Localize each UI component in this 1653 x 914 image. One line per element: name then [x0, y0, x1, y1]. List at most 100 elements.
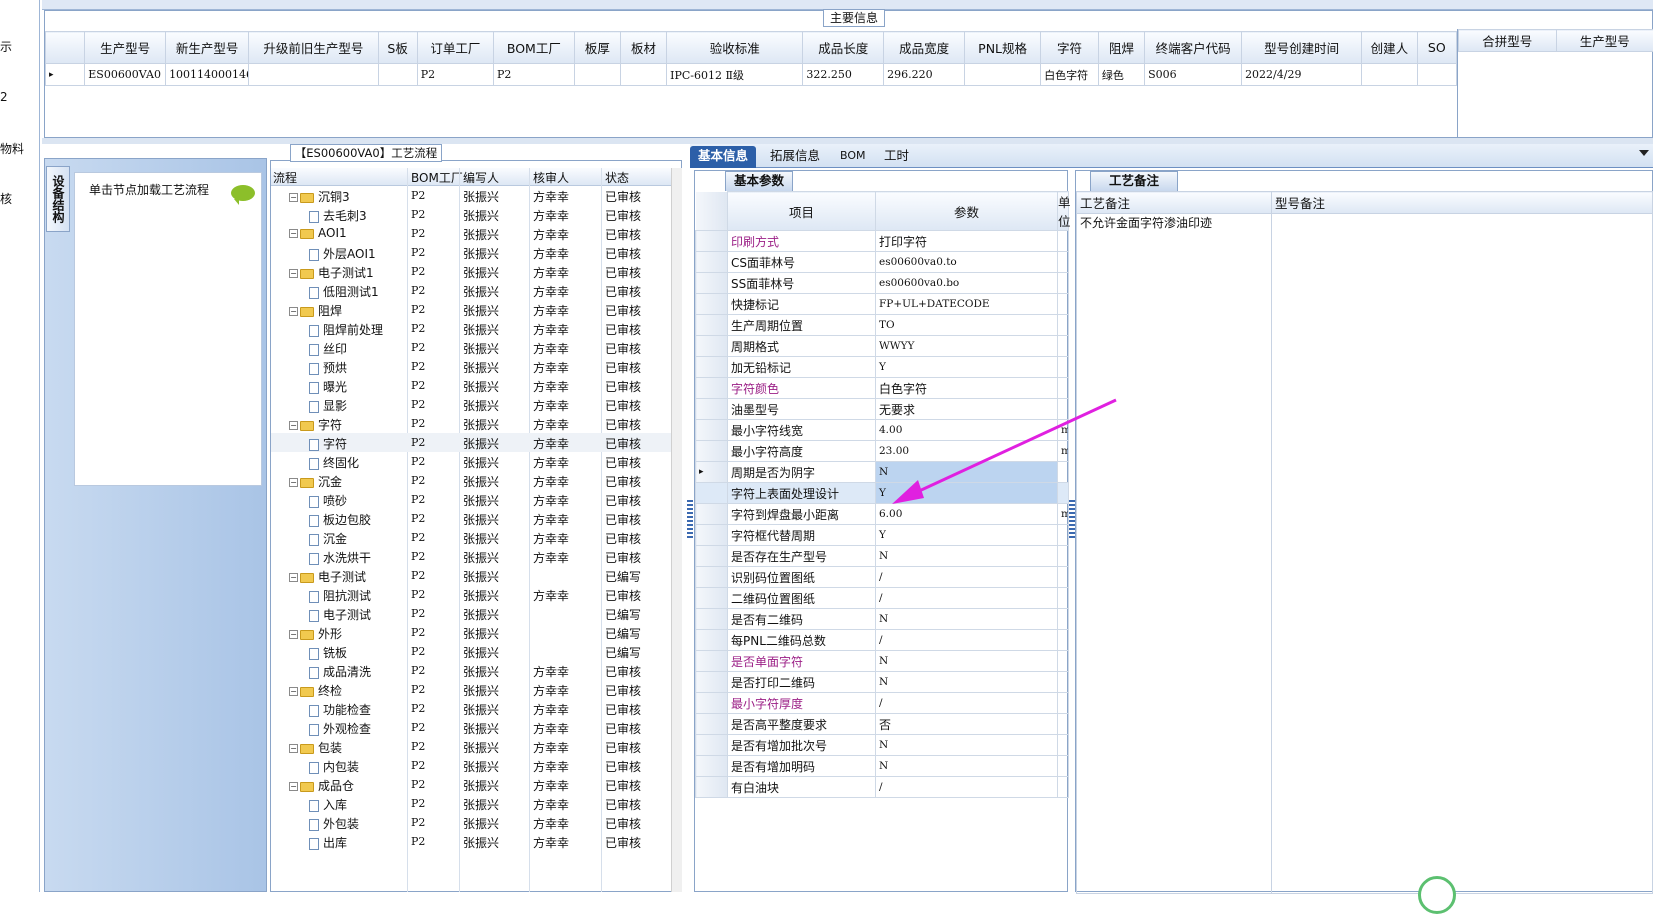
param-row[interactable]: 加无铅标记 Y	[695, 356, 1069, 378]
row-indicator[interactable]	[695, 314, 728, 336]
process-tree-row[interactable]: 曝光 P2 张振兴 方幸幸 已审核	[271, 376, 671, 395]
param-value[interactable]: N	[875, 650, 1058, 672]
process-tree-row[interactable]: − 终检 P2 张振兴 方幸幸 已审核	[271, 680, 671, 699]
param-row[interactable]: 每PNL二维码总数 /	[695, 629, 1069, 651]
left-strip-item[interactable]: 2	[0, 90, 8, 104]
param-row[interactable]: 是否存在生产型号 N	[695, 545, 1069, 567]
left-strip-item[interactable]: 核	[0, 190, 12, 207]
process-col-header[interactable]: 核审人	[533, 169, 569, 186]
merge-col-header[interactable]: 合拼型号	[1458, 29, 1557, 52]
param-value[interactable]: TO	[875, 314, 1058, 336]
param-value[interactable]: 否	[875, 713, 1058, 735]
param-value[interactable]: /	[875, 776, 1058, 798]
param-value[interactable]: es00600va0.bo	[875, 272, 1058, 294]
main-cell[interactable]: 322.250	[802, 63, 885, 86]
process-tree-row[interactable]: 板边包胶 P2 张振兴 方幸幸 已审核	[271, 509, 671, 528]
param-row[interactable]: CS面菲林号 es00600va0.to	[695, 251, 1069, 273]
row-indicator[interactable]	[695, 251, 728, 273]
param-row[interactable]: SS面菲林号 es00600va0.bo	[695, 272, 1069, 294]
process-tree-row[interactable]: − 电子测试1 P2 张振兴 方幸幸 已审核	[271, 262, 671, 281]
tab-basic-info[interactable]: 基本信息	[690, 146, 757, 168]
param-row[interactable]: 识别码位置图纸 /	[695, 566, 1069, 588]
collapse-icon[interactable]: −	[289, 573, 298, 582]
param-row[interactable]: 印刷方式 打印字符	[695, 230, 1069, 252]
row-indicator[interactable]	[695, 692, 728, 714]
main-cell[interactable]: 296.220	[883, 63, 965, 86]
subtab-basic-params[interactable]: 基本参数	[725, 171, 793, 191]
main-cell[interactable]: ES00600VA0	[84, 63, 167, 86]
process-col-header[interactable]: 状态	[605, 169, 629, 186]
splitter-grip[interactable]	[687, 500, 693, 540]
process-tree-row[interactable]: 丝印 P2 张振兴 方幸幸 已审核	[271, 338, 671, 357]
collapse-icon[interactable]: −	[289, 421, 298, 430]
tab-bom[interactable]: BOM	[832, 146, 874, 168]
param-value[interactable]: /	[875, 587, 1058, 609]
collapse-icon[interactable]: −	[289, 269, 298, 278]
main-col-header[interactable]: 订单工厂	[416, 31, 494, 64]
row-indicator[interactable]	[695, 230, 728, 252]
collapse-icon[interactable]: −	[289, 782, 298, 791]
collapse-icon[interactable]: −	[289, 478, 298, 487]
param-row[interactable]: 最小字符厚度 /	[695, 692, 1069, 714]
main-col-header[interactable]: 创建人	[1361, 31, 1418, 64]
process-tree-row[interactable]: − 沉铜3 P2 张振兴 方幸幸 已审核	[271, 186, 671, 205]
process-tree-row[interactable]: 阻抗测试 P2 张振兴 方幸幸 已审核	[271, 585, 671, 604]
process-tree-row[interactable]: 低阻测试1 P2 张振兴 方幸幸 已审核	[271, 281, 671, 300]
process-tree-row[interactable]: 沉金 P2 张振兴 方幸幸 已审核	[271, 528, 671, 547]
process-tree-row[interactable]: 去毛刺3 P2 张振兴 方幸幸 已审核	[271, 205, 671, 224]
process-tree-row[interactable]: − 字符 P2 张振兴 方幸幸 已审核	[271, 414, 671, 433]
param-row[interactable]: 是否有增加批次号 N	[695, 734, 1069, 756]
row-indicator[interactable]	[695, 440, 728, 462]
param-value[interactable]: N	[875, 671, 1058, 693]
process-tree-row[interactable]: 内包装 P2 张振兴 方幸幸 已审核	[271, 756, 671, 775]
row-indicator[interactable]	[695, 776, 728, 798]
row-indicator[interactable]	[695, 608, 728, 630]
row-indicator[interactable]	[695, 566, 728, 588]
process-tree-row[interactable]: 水洗烘干 P2 张振兴 方幸幸 已审核	[271, 547, 671, 566]
notes-col-header[interactable]: 型号备注	[1271, 191, 1653, 214]
process-tree-row[interactable]: − 沉金 P2 张振兴 方幸幸 已审核	[271, 471, 671, 490]
param-col-header[interactable]: 参数	[875, 191, 1058, 231]
main-col-header[interactable]: 成品宽度	[883, 31, 965, 64]
collapse-icon[interactable]: −	[289, 229, 298, 238]
main-cell[interactable]: IPC-6012 Ⅱ级	[666, 63, 804, 86]
process-tree-row[interactable]: 预烘 P2 张振兴 方幸幸 已审核	[271, 357, 671, 376]
process-tree-row[interactable]: − AOI1 P2 张振兴 方幸幸 已审核	[271, 224, 671, 243]
main-col-header[interactable]: BOM工厂	[492, 31, 575, 64]
param-value[interactable]: N	[875, 755, 1058, 777]
process-tree-row[interactable]: − 包装 P2 张振兴 方幸幸 已审核	[271, 737, 671, 756]
process-note-cell[interactable]: 不允许金面字符渗油印迹	[1076, 213, 1272, 894]
row-indicator[interactable]	[695, 545, 728, 567]
collapse-icon[interactable]: −	[289, 193, 298, 202]
row-indicator[interactable]	[695, 356, 728, 378]
row-indicator[interactable]	[695, 293, 728, 315]
process-col-header[interactable]: 编写人	[463, 169, 499, 186]
tab-extended-info[interactable]: 拓展信息	[762, 146, 828, 168]
collapse-icon[interactable]: −	[289, 687, 298, 696]
process-tree-row[interactable]: − 电子测试 P2 张振兴 已编写	[271, 566, 671, 585]
param-row[interactable]: 是否有增加明码 N	[695, 755, 1069, 777]
process-tree-row[interactable]: 出库 P2 张振兴 方幸幸 已审核	[271, 832, 671, 851]
main-cell[interactable]	[248, 63, 379, 86]
main-col-header[interactable]: PNL规格	[963, 31, 1042, 64]
process-tree-row[interactable]: 终固化 P2 张振兴 方幸幸 已审核	[271, 452, 671, 471]
collapse-icon[interactable]: −	[289, 307, 298, 316]
main-cell[interactable]: P2	[416, 63, 494, 86]
row-indicator[interactable]	[695, 713, 728, 735]
param-col-header[interactable]: 项目	[727, 191, 876, 231]
main-cell[interactable]: 2022/4/29	[1241, 63, 1363, 86]
main-col-header[interactable]: 终端客户代码	[1144, 31, 1243, 64]
process-scrollbar[interactable]	[671, 168, 682, 892]
param-value[interactable]: es00600va0.to	[875, 251, 1058, 273]
main-cell[interactable]	[619, 63, 668, 86]
row-indicator-icon[interactable]: ▸	[44, 63, 86, 86]
process-tree-row[interactable]: − 阻焊 P2 张振兴 方幸幸 已审核	[271, 300, 671, 319]
main-col-header[interactable]: 验收标准	[666, 31, 804, 64]
row-indicator[interactable]	[695, 335, 728, 357]
row-indicator[interactable]	[695, 398, 728, 420]
process-tree-row[interactable]: 外包装 P2 张振兴 方幸幸 已审核	[271, 813, 671, 832]
param-value[interactable]: N	[875, 545, 1058, 567]
row-indicator[interactable]	[695, 755, 728, 777]
param-value[interactable]: WWYY	[875, 335, 1058, 357]
row-indicator[interactable]	[695, 377, 728, 399]
